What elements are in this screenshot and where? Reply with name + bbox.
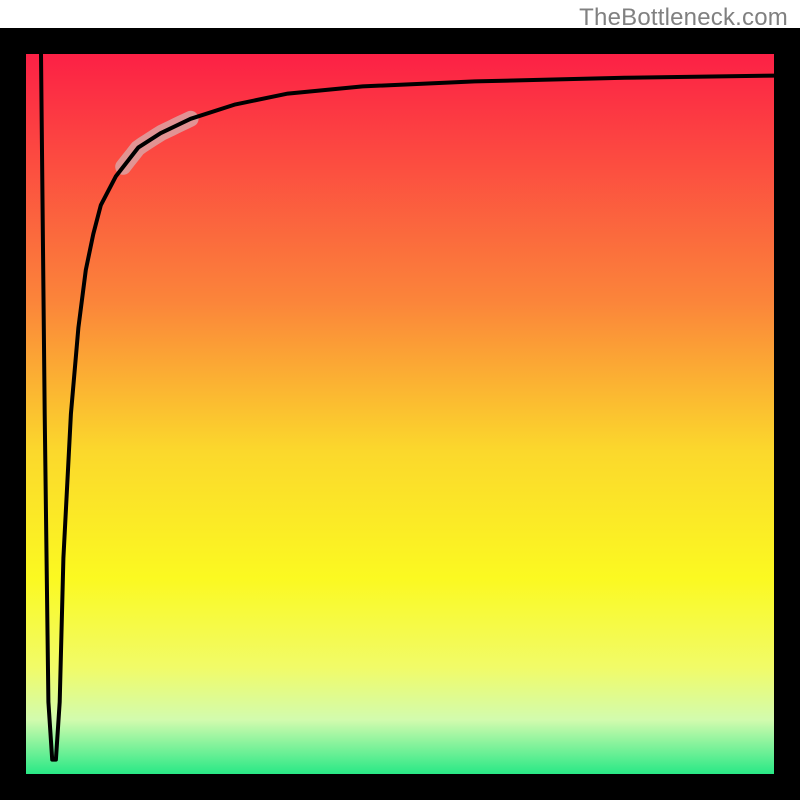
chart-frame [0, 28, 800, 800]
chart-container: TheBottleneck.com [0, 0, 800, 800]
bottleneck-plot [0, 28, 800, 800]
